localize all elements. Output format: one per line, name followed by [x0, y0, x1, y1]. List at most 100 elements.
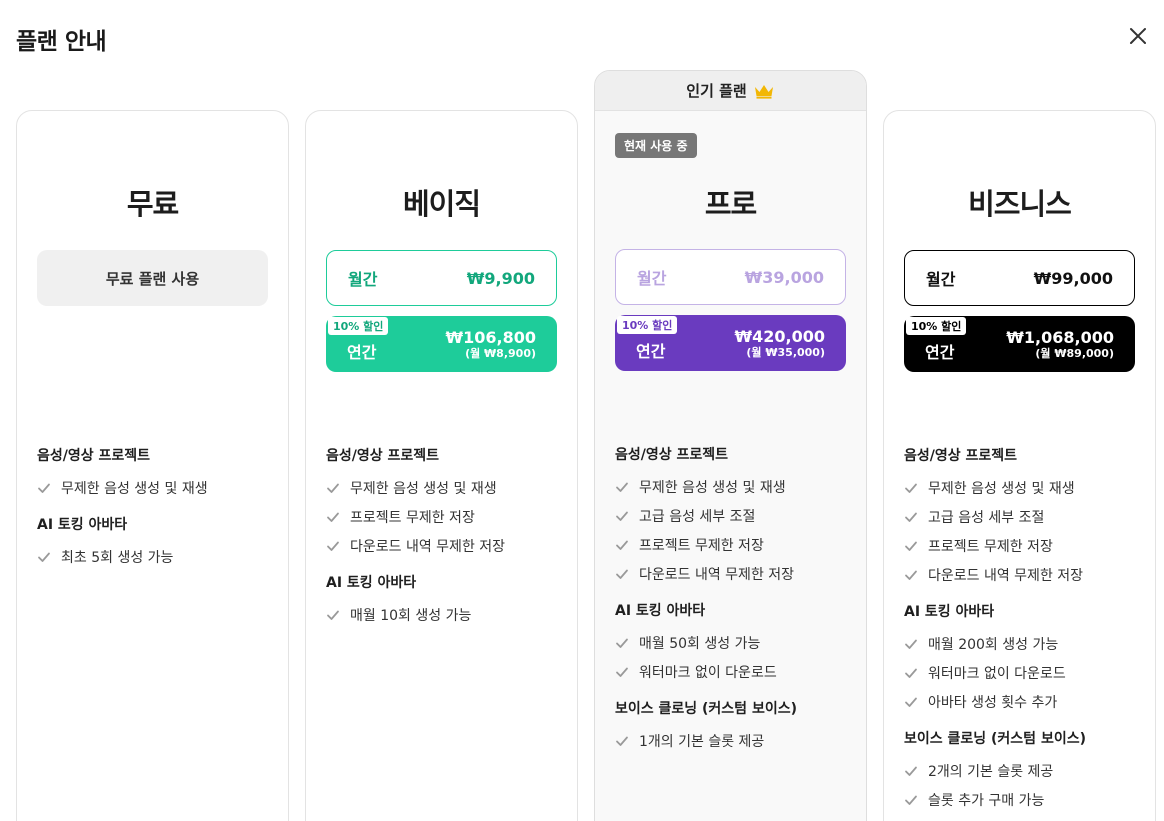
- free-plan-button[interactable]: 무료 플랜 사용: [37, 250, 268, 306]
- feature-group: 음성/영상 프로젝트무제한 음성 생성 및 재생프로젝트 무제한 저장다운로드 …: [326, 445, 566, 555]
- check-icon: [38, 483, 50, 493]
- close-button[interactable]: [1126, 24, 1150, 48]
- feature-item: 최초 5회 생성 가능: [37, 548, 277, 566]
- feature-item: 프로젝트 무제한 저장: [904, 537, 1144, 555]
- monthly-equivalent: (월 ₩89,000): [1035, 347, 1114, 360]
- feature-group-title: 음성/영상 프로젝트: [904, 448, 1018, 464]
- feature-group: 음성/영상 프로젝트무제한 음성 생성 및 재생고급 음성 세부 조절프로젝트 …: [904, 445, 1144, 584]
- check-icon: [327, 512, 339, 522]
- feature-list: 음성/영상 프로젝트무제한 음성 생성 및 재생 AI 토킹 아바타최초 5회 생…: [37, 445, 277, 583]
- feature-item: 고급 음성 세부 조절: [615, 507, 855, 525]
- check-icon: [905, 697, 917, 707]
- feature-group: 음성/영상 프로젝트무제한 음성 생성 및 재생: [37, 445, 277, 497]
- feature-list: 음성/영상 프로젝트무제한 음성 생성 및 재생고급 음성 세부 조절프로젝트 …: [615, 444, 855, 767]
- feature-group-title: 음성/영상 프로젝트: [326, 448, 440, 464]
- feature-group-title: 음성/영상 프로젝트: [37, 448, 151, 464]
- feature-group: AI 토킹 아바타최초 5회 생성 가능: [37, 514, 277, 566]
- feature-text: 다운로드 내역 무제한 저장: [928, 567, 1084, 584]
- feature-group: AI 토킹 아바타 매월 50회 생성 가능 워터마크 없이 다운로드: [615, 600, 855, 681]
- period-label: 월간: [348, 270, 378, 289]
- check-icon: [905, 483, 917, 493]
- basic-yearly-button[interactable]: 10% 할인 연간 ₩106,800 (월 ₩8,900): [326, 316, 557, 372]
- discount-badge: 10% 할인: [906, 317, 967, 335]
- feature-list: 음성/영상 프로젝트무제한 음성 생성 및 재생프로젝트 무제한 저장다운로드 …: [326, 445, 566, 641]
- close-icon: [1130, 28, 1146, 44]
- feature-item: 1개의 기본 슬롯 제공: [615, 732, 855, 750]
- plan-name: 베이직: [402, 187, 481, 221]
- feature-item: 무제한 음성 생성 및 재생: [904, 479, 1144, 497]
- feature-text: 1개의 기본 슬롯 제공: [639, 733, 765, 750]
- check-icon: [905, 766, 917, 776]
- feature-item: 슬롯 추가 구매 가능: [904, 791, 1144, 809]
- crown-icon: [754, 84, 773, 99]
- feature-item: 고급 음성 세부 조절: [904, 508, 1144, 526]
- feature-text: 무제한 음성 생성 및 재생: [639, 479, 786, 496]
- feature-item: 무제한 음성 생성 및 재생: [37, 479, 277, 497]
- feature-text: 고급 음성 세부 조절: [639, 508, 756, 525]
- check-icon: [616, 511, 628, 521]
- check-icon: [327, 541, 339, 551]
- feature-group-title: 음성/영상 프로젝트: [615, 447, 729, 463]
- check-icon: [616, 638, 628, 648]
- feature-text: 매월 10회 생성 가능: [350, 607, 472, 624]
- feature-item: 매월 200회 생성 가능: [904, 635, 1144, 653]
- price: ₩39,000: [744, 267, 824, 287]
- feature-group-title: 보이스 클로닝 (커스텀 보이스): [615, 701, 797, 717]
- popular-label: 인기 플랜: [686, 82, 747, 100]
- discount-badge: 10% 할인: [328, 317, 389, 335]
- feature-text: 다운로드 내역 무제한 저장: [350, 538, 506, 555]
- feature-list: 음성/영상 프로젝트무제한 음성 생성 및 재생고급 음성 세부 조절프로젝트 …: [904, 445, 1144, 821]
- plan-card-free: 무료 무료 플랜 사용 음성/영상 프로젝트 무제한 음성 생성 및 재생 AI 토…: [16, 110, 289, 821]
- period-label: 월간: [926, 270, 956, 289]
- feature-item: 다운로드 내역 무제한 저장: [904, 566, 1144, 584]
- feature-item: 다운로드 내역 무제한 저장: [326, 537, 566, 555]
- business-monthly-button[interactable]: 월간 ₩99,000: [904, 250, 1135, 306]
- feature-text: 워터마크 없이 다운로드: [639, 664, 777, 681]
- feature-item: 워터마크 없이 다운로드: [904, 664, 1144, 682]
- feature-group-title: AI 토킹 아바타: [904, 604, 995, 620]
- check-icon: [905, 512, 917, 522]
- feature-text: 무제한 음성 생성 및 재생: [61, 480, 208, 497]
- current-plan-badge: 현재 사용 중: [615, 133, 697, 158]
- feature-text: 무제한 음성 생성 및 재생: [350, 480, 497, 497]
- feature-text: 프로젝트 무제한 저장: [350, 509, 475, 526]
- feature-item: 매월 50회 생성 가능: [615, 634, 855, 652]
- check-icon: [616, 569, 628, 579]
- period-label: 월간: [637, 269, 667, 288]
- feature-text: 아바타 생성 횟수 추가: [928, 694, 1058, 711]
- feature-group: 보이스 클로닝 (커스텀 보이스) 1개의 기본 슬롯 제공: [615, 698, 855, 750]
- check-icon: [905, 668, 917, 678]
- check-icon: [905, 541, 917, 551]
- check-icon: [905, 795, 917, 805]
- feature-text: 고급 음성 세부 조절: [928, 509, 1045, 526]
- business-yearly-button[interactable]: 10% 할인 연간 ₩1,068,000 (월 ₩89,000): [904, 316, 1135, 372]
- plan-name: 프로: [704, 187, 757, 221]
- check-icon: [616, 482, 628, 492]
- feature-item: 2개의 기본 슬롯 제공: [904, 762, 1144, 780]
- feature-text: 워터마크 없이 다운로드: [928, 665, 1066, 682]
- monthly-equivalent: (월 ₩35,000): [746, 346, 825, 359]
- feature-group-title: 보이스 클로닝 (커스텀 보이스): [904, 731, 1086, 747]
- feature-text: 프로젝트 무제한 저장: [639, 537, 764, 554]
- feature-text: 무제한 음성 생성 및 재생: [928, 480, 1075, 497]
- feature-group: AI 토킹 아바타 매월 10회 생성 가능: [326, 572, 566, 624]
- plan-name: 비즈니스: [968, 187, 1072, 221]
- feature-item: 아바타 생성 횟수 추가: [904, 693, 1144, 711]
- check-icon: [616, 540, 628, 550]
- check-icon: [616, 736, 628, 746]
- feature-text: 2개의 기본 슬롯 제공: [928, 763, 1054, 780]
- feature-item: 무제한 음성 생성 및 재생: [615, 478, 855, 496]
- check-icon: [327, 483, 339, 493]
- pro-monthly-button[interactable]: 월간 ₩39,000: [615, 249, 846, 305]
- feature-group: AI 토킹 아바타매월 200회 생성 가능워터마크 없이 다운로드아바타 생성…: [904, 601, 1144, 711]
- pro-yearly-button[interactable]: 10% 할인 연간 ₩420,000 (월 ₩35,000): [615, 315, 846, 371]
- feature-group-title: AI 토킹 아바타: [37, 517, 128, 533]
- feature-text: 최초 5회 생성 가능: [61, 549, 174, 566]
- feature-item: 프로젝트 무제한 저장: [615, 536, 855, 554]
- check-icon: [905, 639, 917, 649]
- feature-text: 매월 200회 생성 가능: [928, 636, 1059, 653]
- check-icon: [327, 610, 339, 620]
- basic-monthly-button[interactable]: 월간 ₩9,900: [326, 250, 557, 306]
- monthly-equivalent: (월 ₩8,900): [465, 347, 536, 360]
- plan-card-pro: 인기 플랜 현재 사용 중 프로 월간 ₩39,000 10% 할인 연간 ₩4…: [594, 70, 867, 821]
